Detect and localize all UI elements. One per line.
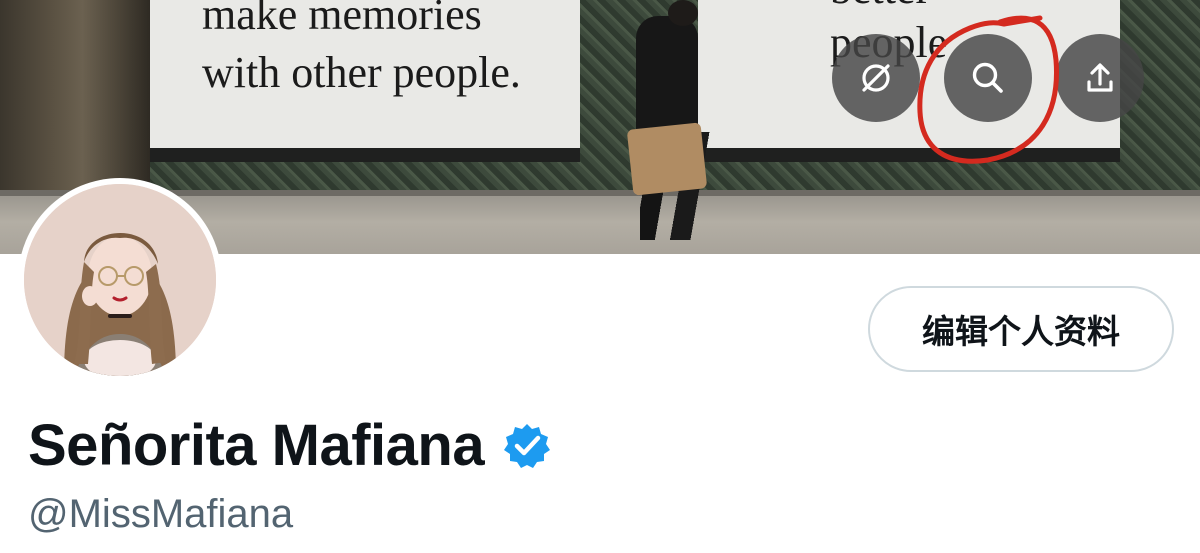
poster-right-text-line1: better [830, 0, 930, 16]
username: @MissMafiana [28, 492, 294, 536]
edit-profile-button[interactable]: 编辑个人资料 [868, 286, 1174, 372]
display-name: Señorita Mafiana [28, 413, 485, 478]
share-button[interactable] [1056, 34, 1144, 122]
display-name-row: Señorita Mafiana [28, 412, 552, 479]
poster-text-line1: make memories [202, 0, 482, 39]
share-icon [1087, 63, 1113, 92]
verified-badge-icon[interactable] [502, 421, 552, 471]
disconnected-link-button[interactable] [832, 34, 920, 122]
avatar-image [24, 184, 216, 376]
search-icon [972, 62, 1003, 93]
poster-text-line2: with other people. [202, 48, 521, 97]
search-button[interactable] [944, 34, 1032, 122]
disconnected-link-icon [862, 64, 890, 92]
avatar[interactable] [18, 178, 222, 382]
